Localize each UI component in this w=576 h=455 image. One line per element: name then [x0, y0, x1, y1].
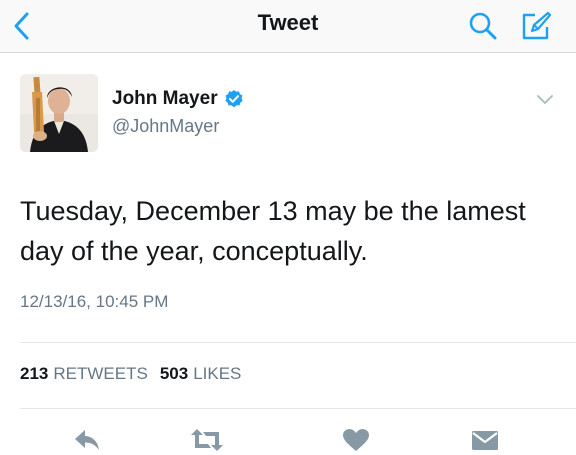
navigation-bar: Tweet [0, 0, 576, 53]
likes-label[interactable]: LIKES [193, 364, 241, 384]
compose-icon [522, 11, 552, 40]
likes-count[interactable]: 503 [160, 364, 188, 384]
verified-badge-icon [224, 89, 244, 109]
author-name-text: John Mayer [112, 88, 218, 109]
reply-button[interactable] [70, 426, 106, 454]
search-button[interactable] [464, 6, 502, 46]
author-name[interactable]: John Mayer [112, 88, 244, 110]
retweets-count[interactable]: 213 [20, 364, 48, 384]
compose-button[interactable] [514, 6, 558, 46]
direct-message-button[interactable] [467, 426, 503, 454]
retweets-label[interactable]: RETWEETS [53, 364, 147, 384]
tweet-timestamp: 12/13/16, 10:45 PM [20, 292, 169, 311]
author-handle[interactable]: @JohnMayer [112, 116, 219, 137]
retweet-icon [191, 429, 223, 451]
retweet-button[interactable] [189, 426, 225, 454]
like-icon [343, 429, 369, 451]
chevron-down-icon [537, 95, 553, 104]
reply-icon [75, 430, 99, 450]
search-icon [469, 12, 497, 40]
like-button[interactable] [338, 426, 374, 454]
tweet-stats: 213 RETWEETS 503 LIKES [20, 364, 253, 384]
tweet-options-button[interactable] [532, 90, 558, 110]
divider [20, 408, 576, 409]
divider [20, 342, 576, 343]
avatar[interactable] [20, 74, 98, 152]
avatar-photo [20, 74, 98, 152]
tweet-text: Tuesday, December 13 may be the lamest d… [20, 196, 526, 266]
direct-message-icon [472, 431, 498, 450]
